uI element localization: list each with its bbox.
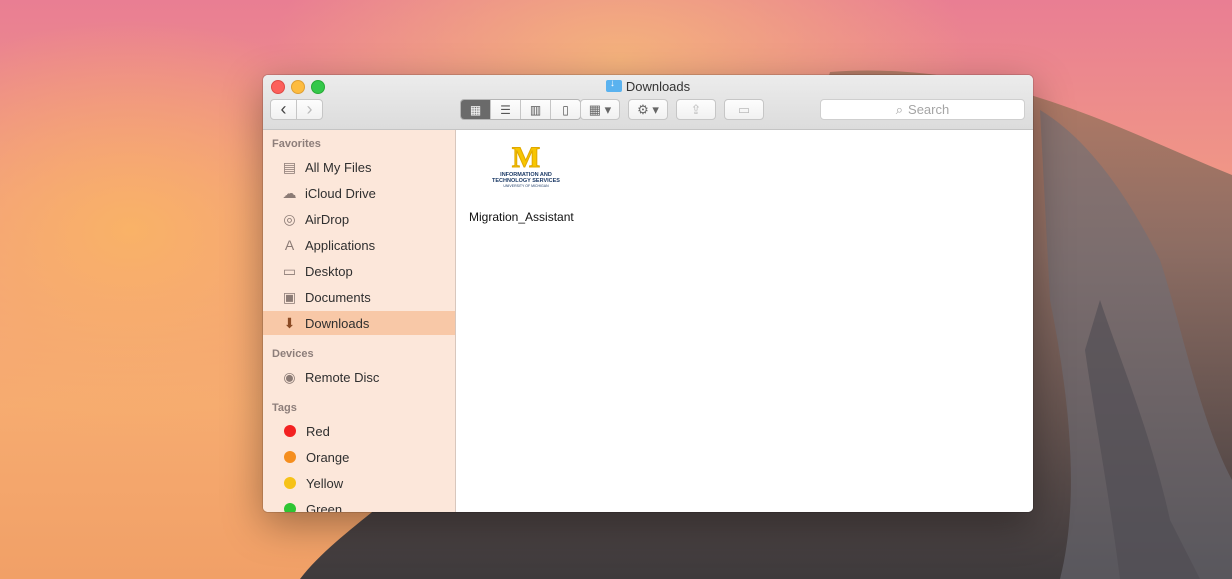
sidebar-item-tag-green[interactable]: Green [263,497,455,512]
search-field[interactable]: ⌕ Search [820,99,1025,120]
share-icon: ⇪ [690,101,702,117]
share-button[interactable]: ⇪ [676,99,716,120]
logo-line: UNIVERSITY OF MICHIGAN [503,184,549,188]
sidebar-item-label: AirDrop [305,211,350,227]
downloads-icon: ⬇ [283,314,296,331]
red-tag-dot-icon [284,425,296,437]
view-mode-control: ▦ ☰ ▥ ▯ [460,99,581,120]
disc-icon: ◉ [283,368,296,385]
sidebar-item-desktop[interactable]: ▭ Desktop [263,259,455,283]
search-placeholder: Search [908,102,950,117]
downloads-folder-icon [605,78,622,92]
search-icon: ⌕ [895,101,904,117]
sidebar-section-favorites: Favorites [272,138,321,150]
sidebar-item-label: Applications [305,237,376,253]
desktop-icon: ▭ [282,262,297,279]
window-title-text: Downloads [625,79,691,94]
arrange-button[interactable]: ▦ ▾ [580,99,620,120]
tag-icon: ▭ [737,101,751,117]
sidebar-item-remote-disc[interactable]: ◉ Remote Disc [263,365,455,389]
yellow-tag-dot-icon [284,477,296,489]
sidebar-item-documents[interactable]: ▣ Documents [263,285,455,309]
green-tag-dot-icon [284,503,296,512]
sidebar-item-label: Orange [306,449,350,465]
sidebar-item-tag-orange[interactable]: Orange [263,445,455,469]
sidebar: Favorites ▤ All My Files ☁ iCloud Drive ◎ A… [263,130,456,512]
sidebar-item-label: Green [306,501,343,513]
window-title: Downloads [263,78,1033,94]
list-view-button[interactable]: ☰ [491,100,521,119]
sidebar-section-tags: Tags [272,402,297,414]
sidebar-item-label: Yellow [306,475,344,491]
university-of-michigan-logo-icon: M INFORMATION AND TECHNOLOGY SERVICES UN… [486,141,566,194]
back-icon: ‹ [280,99,287,119]
title-bar: Downloads ‹ › ▦ ☰ ▥ ▯ ▦ ▾ ⚙ ▾ ⇪ ▭ ⌕ Searc… [263,75,1033,130]
tags-button[interactable]: ▭ [724,99,764,120]
sidebar-item-label: Documents [305,289,371,305]
documents-icon: ▣ [282,288,297,305]
finder-window: Downloads ‹ › ▦ ☰ ▥ ▯ ▦ ▾ ⚙ ▾ ⇪ ▭ ⌕ Searc… [263,75,1033,512]
orange-tag-dot-icon [284,451,296,463]
airdrop-icon: ◎ [283,210,296,227]
sidebar-item-tag-yellow[interactable]: Yellow [263,471,455,495]
sidebar-item-downloads[interactable]: ⬇ Downloads [263,311,455,335]
sidebar-item-all-my-files[interactable]: ▤ All My Files [263,155,455,179]
sidebar-item-label: Downloads [305,315,370,331]
sidebar-item-label: Desktop [305,263,353,279]
sidebar-item-label: iCloud Drive [305,185,376,201]
coverflow-view-button[interactable]: ▯ [551,100,580,119]
forward-button[interactable]: › [296,99,323,120]
arrange-icon: ▦ ▾ [588,101,612,117]
action-button[interactable]: ⚙ ▾ [628,99,668,120]
icon-view-button[interactable]: ▦ [461,100,491,119]
file-name: Migration_Assistant [469,210,574,224]
applications-icon: A [284,237,295,253]
sidebar-item-label: Remote Disc [305,369,380,385]
sidebar-section-devices: Devices [272,348,314,360]
column-view-button[interactable]: ▥ [521,100,551,119]
sidebar-item-icloud-drive[interactable]: ☁ iCloud Drive [263,181,455,205]
sidebar-item-airdrop[interactable]: ◎ AirDrop [263,207,455,231]
gear-icon: ⚙ ▾ [637,101,659,117]
forward-icon: › [306,99,313,119]
sidebar-item-applications[interactable]: A Applications [263,233,455,257]
logo-letter: M [511,141,541,174]
sidebar-item-label: All My Files [305,159,372,175]
sidebar-item-tag-red[interactable]: Red [263,419,455,443]
back-button[interactable]: ‹ [270,99,297,120]
all-files-icon: ▤ [282,158,297,175]
sidebar-item-label: Red [306,423,330,439]
cloud-icon: ☁ [282,184,297,201]
file-browser: M INFORMATION AND TECHNOLOGY SERVICES UN… [456,130,1033,512]
